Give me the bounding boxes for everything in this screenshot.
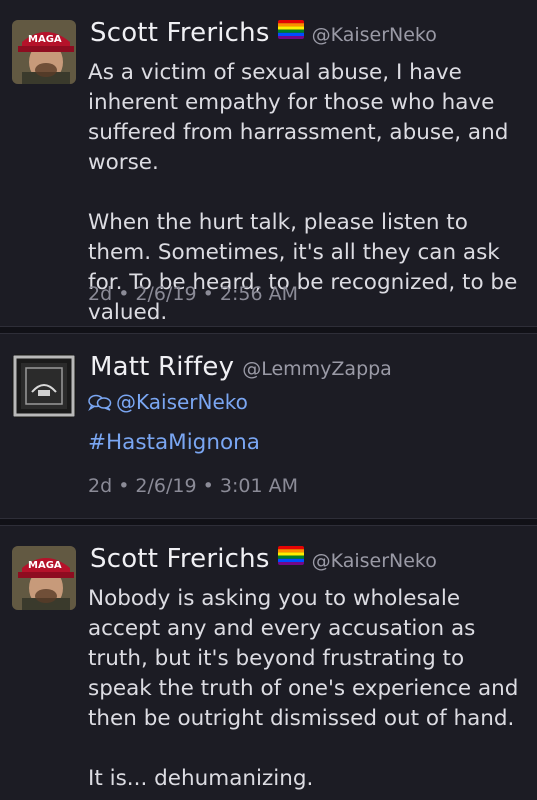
timestamp[interactable]: 2d • 2/6/19 • 2:56 AM	[88, 283, 298, 305]
tweet-header: Scott Frerichs @KaiserNeko	[90, 18, 531, 48]
username[interactable]: @LemmyZappa	[242, 358, 392, 380]
tweet-header: Scott Frerichs @KaiserNeko	[90, 544, 531, 574]
svg-text:MAGA: MAGA	[28, 560, 62, 571]
divider	[0, 518, 537, 526]
avatar[interactable]	[12, 354, 76, 418]
avatar[interactable]: MAGA	[12, 20, 76, 84]
divider	[0, 326, 537, 334]
avatar[interactable]: MAGA	[12, 546, 76, 610]
conversation-icon	[88, 392, 112, 412]
username[interactable]: @KaiserNeko	[312, 550, 437, 572]
reply-handle[interactable]: @KaiserNeko	[116, 390, 248, 414]
tweet[interactable]: Matt Riffey @LemmyZappa @KaiserNeko #Hast…	[0, 334, 537, 518]
rainbow-flag-icon	[277, 546, 304, 565]
tweet[interactable]: MAGA Scott Frerichs @KaiserNeko Nobody i…	[0, 526, 537, 800]
reply-to[interactable]: @KaiserNeko	[88, 390, 248, 414]
display-name[interactable]: Matt Riffey	[90, 352, 234, 382]
rainbow-flag-icon	[277, 20, 304, 39]
display-name[interactable]: Scott Frerichs	[90, 18, 270, 48]
timestamp[interactable]: 2d • 2/6/19 • 3:01 AM	[88, 475, 298, 497]
display-name[interactable]: Scott Frerichs	[90, 544, 270, 574]
hashtag-link[interactable]: #HastaMignona	[88, 430, 260, 455]
svg-text:MAGA: MAGA	[28, 34, 62, 45]
tweet[interactable]: MAGA Scott Frerichs @KaiserNeko As a vic…	[0, 0, 537, 326]
tweet-header: Matt Riffey @LemmyZappa	[90, 352, 531, 382]
username[interactable]: @KaiserNeko	[312, 24, 437, 46]
tweet-text: Nobody is asking you to wholesale accept…	[88, 586, 519, 791]
